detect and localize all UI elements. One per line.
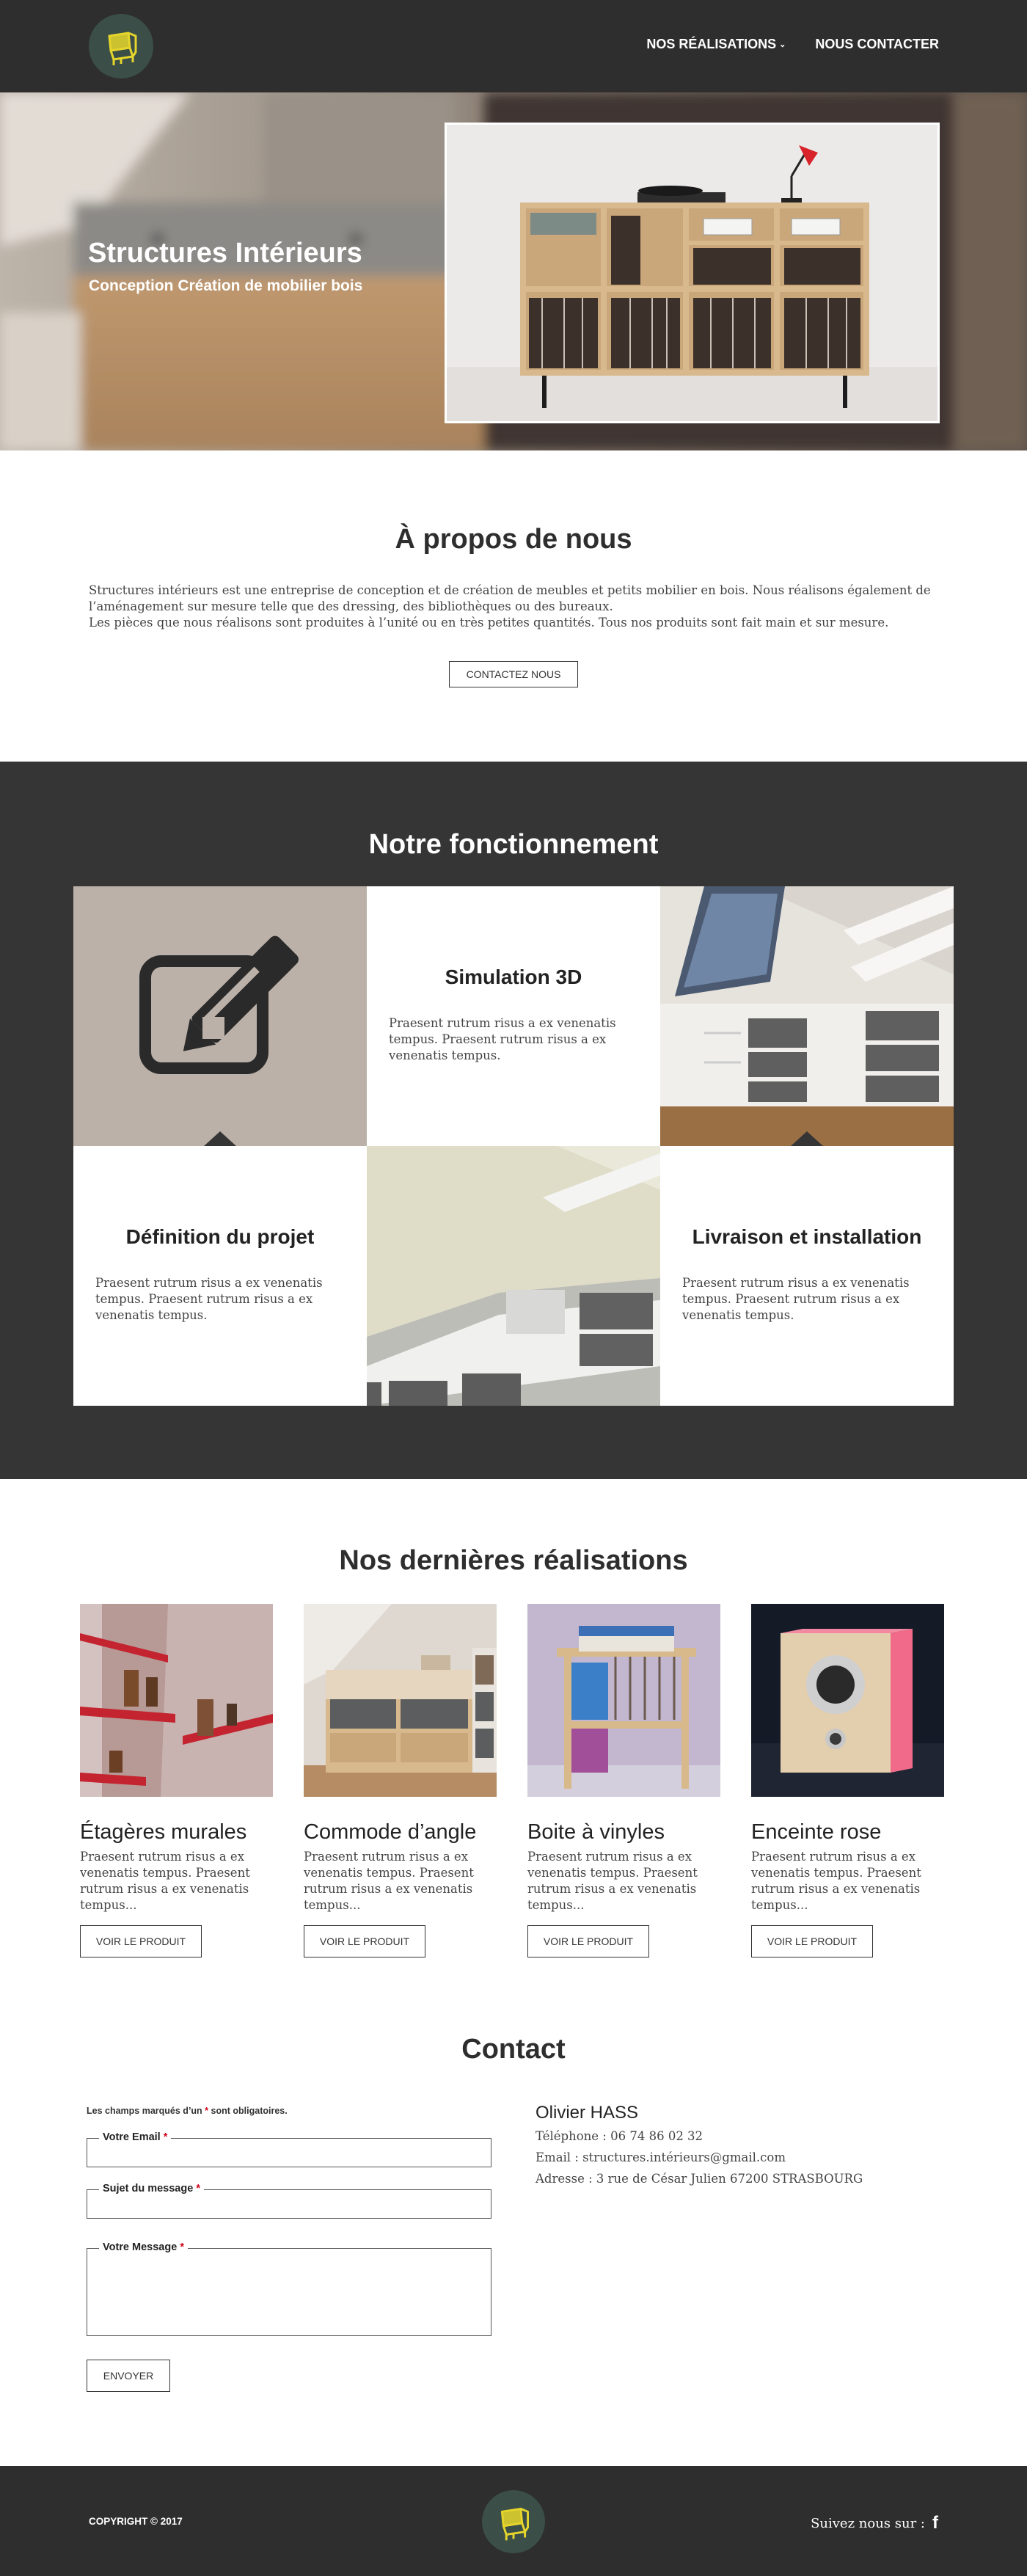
subject-field: Sujet du message * bbox=[87, 2183, 491, 2219]
contact-email: Email : structures.intérieurs@gmail.com bbox=[536, 2150, 786, 2164]
wall-shelves-image bbox=[80, 1604, 273, 1797]
email-field: Votre Email * bbox=[87, 2131, 491, 2167]
hero-title: Structures Intérieurs bbox=[88, 238, 362, 269]
logo[interactable] bbox=[89, 14, 153, 79]
pink-speaker-image bbox=[751, 1604, 944, 1797]
arrow-up-marker bbox=[791, 1131, 823, 1146]
site-header: NOS RÉALISATIONS ⌄ NOUS CONTACTER bbox=[0, 0, 1027, 92]
product-desc: Praesent rutrum risus a ex venenatis tem… bbox=[304, 1850, 474, 1912]
corner-dresser-image bbox=[304, 1604, 497, 1797]
step-livraison-installation: Livraison et installation Praesent rutru… bbox=[660, 1146, 954, 1406]
product-desc: Praesent rutrum risus a ex venenatis tem… bbox=[751, 1850, 921, 1912]
view-product-button[interactable]: VOIR LE PRODUIT bbox=[527, 1925, 649, 1957]
nav-contact[interactable]: NOUS CONTACTER bbox=[815, 37, 939, 52]
facebook-icon[interactable]: f bbox=[932, 2513, 938, 2533]
view-product-button[interactable]: VOIR LE PRODUIT bbox=[751, 1925, 873, 1957]
product-name: Enceinte rose bbox=[751, 1820, 882, 1844]
nav-contact-label: NOUS CONTACTER bbox=[815, 37, 939, 51]
process-grid: Simulation 3D Praesent rutrum risus a ex… bbox=[73, 886, 954, 1406]
contact-info: Olivier HASS Téléphone : 06 74 86 02 32 … bbox=[536, 2103, 946, 2187]
record-cabinet-image bbox=[447, 125, 938, 421]
edit-icon bbox=[139, 935, 299, 1074]
chevron-down-icon: ⌄ bbox=[779, 40, 786, 49]
product-image-pink-speaker[interactable] bbox=[751, 1604, 944, 1797]
required-note-text: sont obligatoires. bbox=[211, 2106, 288, 2116]
footer-logo[interactable] bbox=[482, 2490, 545, 2553]
step-title: Livraison et installation bbox=[692, 1225, 922, 1248]
step-simulation-3d: Simulation 3D Praesent rutrum risus a ex… bbox=[367, 886, 660, 1146]
product-card: Commode d’angle Praesent rutrum risus a … bbox=[304, 1604, 497, 1957]
required-asterisk: * bbox=[163, 2131, 168, 2143]
step-title: Simulation 3D bbox=[445, 966, 582, 988]
view-product-button[interactable]: VOIR LE PRODUIT bbox=[304, 1925, 425, 1957]
message-label-text: Votre Message bbox=[103, 2241, 178, 2253]
contact-address: Adresse : 3 rue de César Julien 67200 ST… bbox=[536, 2172, 863, 2186]
subject-field-label: Sujet du message * bbox=[99, 2183, 204, 2194]
subject-label-text: Sujet du message bbox=[103, 2183, 194, 2194]
message-field-label: Votre Message * bbox=[99, 2241, 188, 2253]
product-name: Boite à vinyles bbox=[527, 1820, 665, 1844]
about-paragraph-1: Structures intérieurs est une entreprise… bbox=[89, 583, 931, 613]
step-text: Praesent rutrum risus a ex venenatis tem… bbox=[389, 1016, 616, 1062]
email-label-text: Votre Email bbox=[103, 2131, 161, 2143]
process-section: Notre fonctionnement Simulation 3D Praes… bbox=[0, 762, 1027, 1479]
contact-phone: Téléphone : 06 74 86 02 32 bbox=[536, 2129, 703, 2143]
step-definition-projet: Définition du projet Praesent rutrum ris… bbox=[73, 1146, 367, 1406]
attic-storage-photo bbox=[660, 886, 954, 1146]
product-image-wall-shelves[interactable] bbox=[80, 1604, 273, 1797]
email-field-label: Votre Email * bbox=[99, 2131, 172, 2143]
realisations-title: Nos dernières réalisations bbox=[339, 1545, 688, 1576]
product-desc: Praesent rutrum risus a ex venenatis tem… bbox=[80, 1850, 250, 1912]
follow-label: Suivez nous sur : bbox=[811, 2515, 925, 2531]
required-asterisk: * bbox=[196, 2183, 200, 2194]
nav-realisations-label: NOS RÉALISATIONS bbox=[646, 37, 777, 51]
chair-logo-icon bbox=[108, 32, 137, 65]
step-text: Praesent rutrum risus a ex venenatis tem… bbox=[682, 1276, 910, 1322]
product-card: Étagères murales Praesent rutrum risus a… bbox=[80, 1604, 273, 1957]
about-text: Structures intérieurs est une entreprise… bbox=[89, 583, 940, 631]
vinyl-box-image bbox=[527, 1604, 720, 1797]
message-textarea[interactable] bbox=[87, 2249, 491, 2335]
send-button[interactable]: ENVOYER bbox=[87, 2360, 170, 2392]
hero-photo-record-cabinet bbox=[445, 123, 940, 423]
contact-name: Olivier HASS bbox=[536, 2103, 639, 2123]
view-product-button[interactable]: VOIR LE PRODUIT bbox=[80, 1925, 202, 1957]
hero: Structures Intérieurs Conception Créatio… bbox=[0, 92, 1027, 450]
product-desc: Praesent rutrum risus a ex venenatis tem… bbox=[527, 1850, 698, 1912]
copyright: COPYRIGHT © 2017 bbox=[89, 2516, 183, 2527]
step-title: Définition du projet bbox=[125, 1225, 315, 1248]
about-title: À propos de nous bbox=[395, 524, 632, 555]
edit-icon-tile bbox=[73, 886, 367, 1146]
product-name: Étagères murales bbox=[80, 1820, 247, 1844]
render-3d-image bbox=[367, 1146, 660, 1406]
social-follow: Suivez nous sur : f bbox=[811, 2513, 938, 2533]
contact-section: Contact Les champs marqués d’un * sont o… bbox=[0, 2015, 1027, 2466]
product-image-vinyl-box[interactable] bbox=[527, 1604, 720, 1797]
chair-logo-icon bbox=[500, 2507, 530, 2541]
about-paragraph-2: Les pièces que nous réalisons sont produ… bbox=[89, 616, 889, 630]
main-nav: NOS RÉALISATIONS ⌄ NOUS CONTACTER bbox=[646, 37, 939, 52]
site-footer: COPYRIGHT © 2017 Suivez nous sur : f bbox=[0, 2466, 1027, 2576]
nav-realisations[interactable]: NOS RÉALISATIONS ⌄ bbox=[646, 37, 786, 52]
render-3d-photo bbox=[367, 1146, 660, 1406]
product-card: Enceinte rose Praesent rutrum risus a ex… bbox=[751, 1604, 944, 1957]
product-name: Commode d’angle bbox=[304, 1820, 477, 1844]
contact-us-button[interactable]: CONTACTEZ NOUS bbox=[449, 661, 578, 687]
attic-storage-image bbox=[660, 886, 954, 1146]
required-fields-note: Les champs marqués d’un * sont obligatoi… bbox=[87, 2106, 288, 2116]
product-image-corner-dresser[interactable] bbox=[304, 1604, 497, 1797]
message-field: Votre Message * bbox=[87, 2241, 491, 2336]
required-note-text: Les champs marqués d’un bbox=[87, 2106, 202, 2116]
contact-title: Contact bbox=[461, 2034, 566, 2065]
required-asterisk: * bbox=[180, 2241, 184, 2253]
about-section: À propos de nous Structures intérieurs e… bbox=[0, 450, 1027, 762]
realisations-section: Nos dernières réalisations Étagères mura… bbox=[0, 1479, 1027, 2015]
required-asterisk: * bbox=[205, 2106, 209, 2116]
step-text: Praesent rutrum risus a ex venenatis tem… bbox=[95, 1276, 323, 1322]
process-title: Notre fonctionnement bbox=[368, 829, 659, 860]
arrow-up-marker bbox=[204, 1131, 236, 1146]
hero-subtitle: Conception Création de mobilier bois bbox=[89, 277, 363, 294]
product-card: Boite à vinyles Praesent rutrum risus a … bbox=[527, 1604, 720, 1957]
